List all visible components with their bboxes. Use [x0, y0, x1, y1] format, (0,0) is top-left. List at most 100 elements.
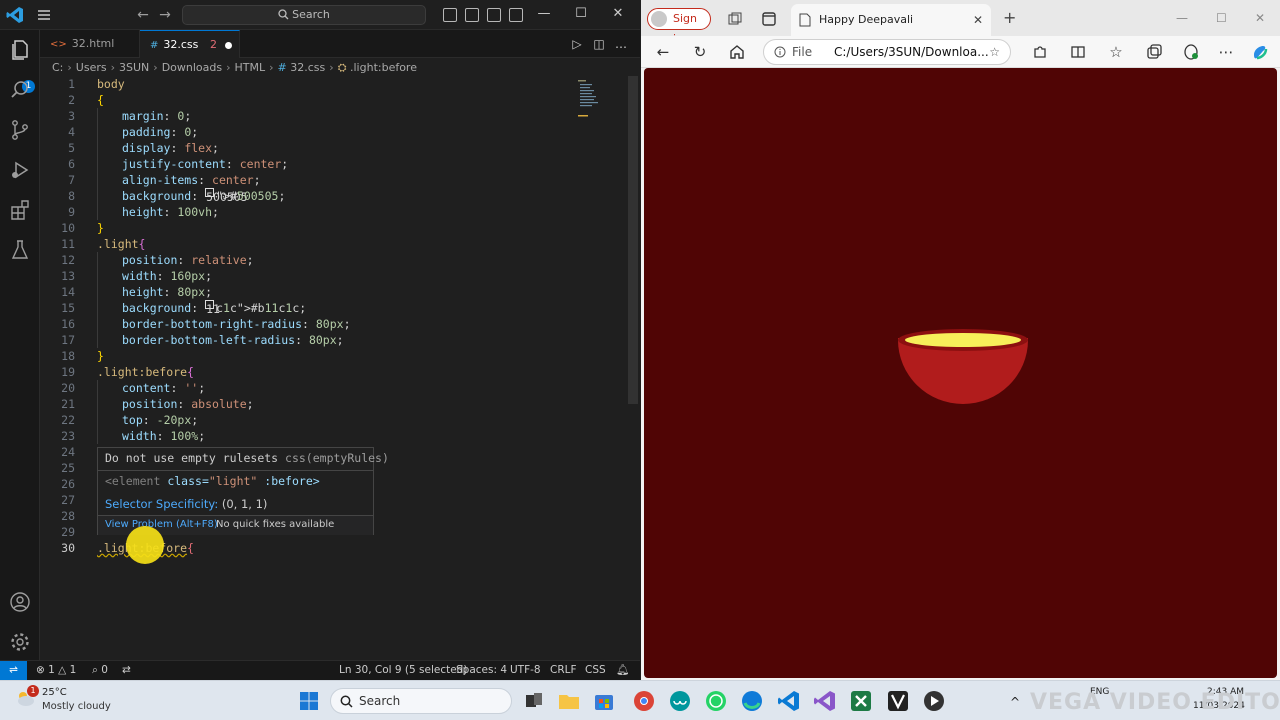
specificity-label[interactable]: Selector Specificity:: [105, 497, 218, 511]
minimap[interactable]: [578, 78, 600, 118]
code-line[interactable]: 18}: [40, 348, 628, 364]
language-mode[interactable]: CSS: [585, 661, 606, 680]
toggle-panel-icon[interactable]: [465, 8, 479, 22]
code-line[interactable]: 14 height: 80px;: [40, 284, 628, 300]
breadcrumb-item[interactable]: 3SUN: [119, 61, 149, 74]
collections-icon[interactable]: [1145, 43, 1163, 61]
workspaces-icon[interactable]: [727, 11, 743, 27]
close-icon[interactable]: ✕: [1255, 10, 1265, 26]
minimize-icon[interactable]: —: [1176, 10, 1188, 26]
address-bar[interactable]: File C:/Users/3SUN/Downloa... ☆: [763, 39, 1011, 65]
task-view-icon[interactable]: [522, 689, 546, 713]
code-line[interactable]: 3 margin: 0;: [40, 108, 628, 124]
remote-indicator-icon[interactable]: ⇌: [0, 661, 27, 681]
code-line[interactable]: 23 width: 100%;: [40, 428, 628, 444]
tab-happy-deepavali[interactable]: Happy Deepavali ✕: [791, 4, 991, 36]
code-editor[interactable]: 1 body 2{3 margin: 0; 4 padding: 0; 5 display: …: [40, 76, 628, 656]
unsaved-dot-icon[interactable]: [225, 42, 232, 49]
show-hidden-icons-icon[interactable]: ^: [1010, 695, 1020, 709]
code-line[interactable]: 16 border-bottom-right-radius: 80px;: [40, 316, 628, 332]
back-arrow-icon[interactable]: ←: [135, 7, 151, 23]
account-icon[interactable]: [8, 590, 32, 614]
temperature[interactable]: 25°C: [42, 687, 67, 698]
menu-icon[interactable]: [36, 7, 52, 23]
vega-editor-icon[interactable]: [886, 689, 910, 713]
minimize-icon[interactable]: —: [536, 6, 552, 22]
testing-icon[interactable]: [8, 238, 32, 262]
tab-actions-icon[interactable]: [761, 11, 777, 27]
split-screen-icon[interactable]: [1069, 43, 1087, 61]
breadcrumb-item[interactable]: .light:before: [350, 61, 417, 74]
customize-layout-icon[interactable]: [509, 8, 523, 22]
breadcrumb-item[interactable]: HTML: [235, 61, 266, 74]
encoding-status[interactable]: UTF-8: [510, 661, 541, 680]
maximize-icon[interactable]: ☐: [1216, 10, 1227, 26]
copilot-icon[interactable]: [1251, 43, 1269, 61]
close-icon[interactable]: ✕: [610, 6, 626, 22]
tab-32-css[interactable]: #32.css 2: [140, 30, 240, 58]
start-windows-icon[interactable]: [297, 689, 321, 713]
back-icon[interactable]: ←: [654, 43, 672, 61]
ports-status[interactable]: ⌕ 0: [92, 661, 108, 680]
code-line[interactable]: 8 background: 500505">#500505;: [40, 188, 628, 204]
breadcrumb-item[interactable]: Users: [76, 61, 107, 74]
breadcrumb-item[interactable]: C:: [52, 61, 63, 74]
arduino-icon[interactable]: [668, 689, 692, 713]
extensions-puzzle-icon[interactable]: [1031, 43, 1049, 61]
vscode-taskbar-icon[interactable]: [777, 689, 801, 713]
manage-gear-icon[interactable]: [8, 630, 32, 654]
refresh-icon[interactable]: ↻: [691, 43, 709, 61]
taskbar-search[interactable]: Search: [330, 688, 512, 714]
maximize-icon[interactable]: ☐: [573, 6, 589, 22]
live-share-icon[interactable]: ⇄: [122, 661, 131, 680]
code-line[interactable]: 21 position: absolute;: [40, 396, 628, 412]
excel-icon[interactable]: [849, 689, 873, 713]
toggle-secondary-sidebar-icon[interactable]: [487, 8, 501, 22]
split-editor-icon[interactable]: ◫: [592, 37, 606, 51]
notifications-bell-icon[interactable]: 🔔︎: [616, 661, 629, 680]
forward-arrow-icon[interactable]: →: [157, 7, 173, 23]
code-line[interactable]: 13 width: 160px;: [40, 268, 628, 284]
chrome-icon[interactable]: [632, 689, 656, 713]
run-icon[interactable]: ▷: [570, 37, 584, 51]
code-line[interactable]: 6 justify-content: center;: [40, 156, 628, 172]
favorites-icon[interactable]: ☆: [1107, 43, 1125, 61]
home-icon[interactable]: [728, 43, 746, 61]
explorer-icon[interactable]: [8, 38, 32, 62]
file-explorer-icon[interactable]: [557, 689, 581, 713]
code-line[interactable]: 9 height: 100vh;: [40, 204, 628, 220]
tab-32-html[interactable]: <> 32.html: [40, 30, 140, 58]
code-line[interactable]: 17 border-bottom-left-radius: 80px;: [40, 332, 628, 348]
source-control-icon[interactable]: [8, 118, 32, 142]
cursor-position[interactable]: Ln 30, Col 9 (5 selected): [339, 661, 467, 680]
errors-status[interactable]: ⊗ 1 △ 1: [36, 661, 76, 680]
code-line[interactable]: 2{: [40, 92, 628, 108]
more-menu-icon[interactable]: ⋯: [1217, 43, 1235, 61]
toggle-sidebar-icon[interactable]: [443, 8, 457, 22]
close-tab-icon[interactable]: ✕: [973, 4, 983, 36]
breadcrumb-item[interactable]: Downloads: [162, 61, 222, 74]
more-actions-icon[interactable]: …: [614, 37, 628, 51]
code-line[interactable]: 20 content: '';: [40, 380, 628, 396]
code-line[interactable]: 11 .light{: [40, 236, 628, 252]
code-line[interactable]: 10}: [40, 220, 628, 236]
code-line[interactable]: 19 .light:before{: [40, 364, 628, 380]
favorite-star-icon[interactable]: ☆: [989, 40, 1000, 64]
search-icon[interactable]: [8, 78, 32, 102]
command-center-search[interactable]: Search: [182, 5, 426, 25]
media-player-icon[interactable]: [922, 689, 946, 713]
eol-status[interactable]: CRLF: [550, 661, 577, 680]
code-line[interactable]: 4 padding: 0;: [40, 124, 628, 140]
code-line[interactable]: 15 background: 11c1c">#b11c1c;: [40, 300, 628, 316]
indentation-status[interactable]: Spaces: 4: [456, 661, 507, 680]
code-line[interactable]: 12 position: relative;: [40, 252, 628, 268]
code-line[interactable]: 7 align-items: center;: [40, 172, 628, 188]
extensions-icon[interactable]: [8, 198, 32, 222]
code-line[interactable]: 1 body: [40, 76, 628, 92]
weather-condition[interactable]: Mostly cloudy: [42, 701, 111, 712]
editor-scrollbar[interactable]: [628, 76, 638, 404]
run-debug-icon[interactable]: [8, 158, 32, 182]
code-line[interactable]: 22 top: -20px;: [40, 412, 628, 428]
new-tab-icon[interactable]: +: [1003, 10, 1016, 26]
code-line[interactable]: 5 display: flex;: [40, 140, 628, 156]
